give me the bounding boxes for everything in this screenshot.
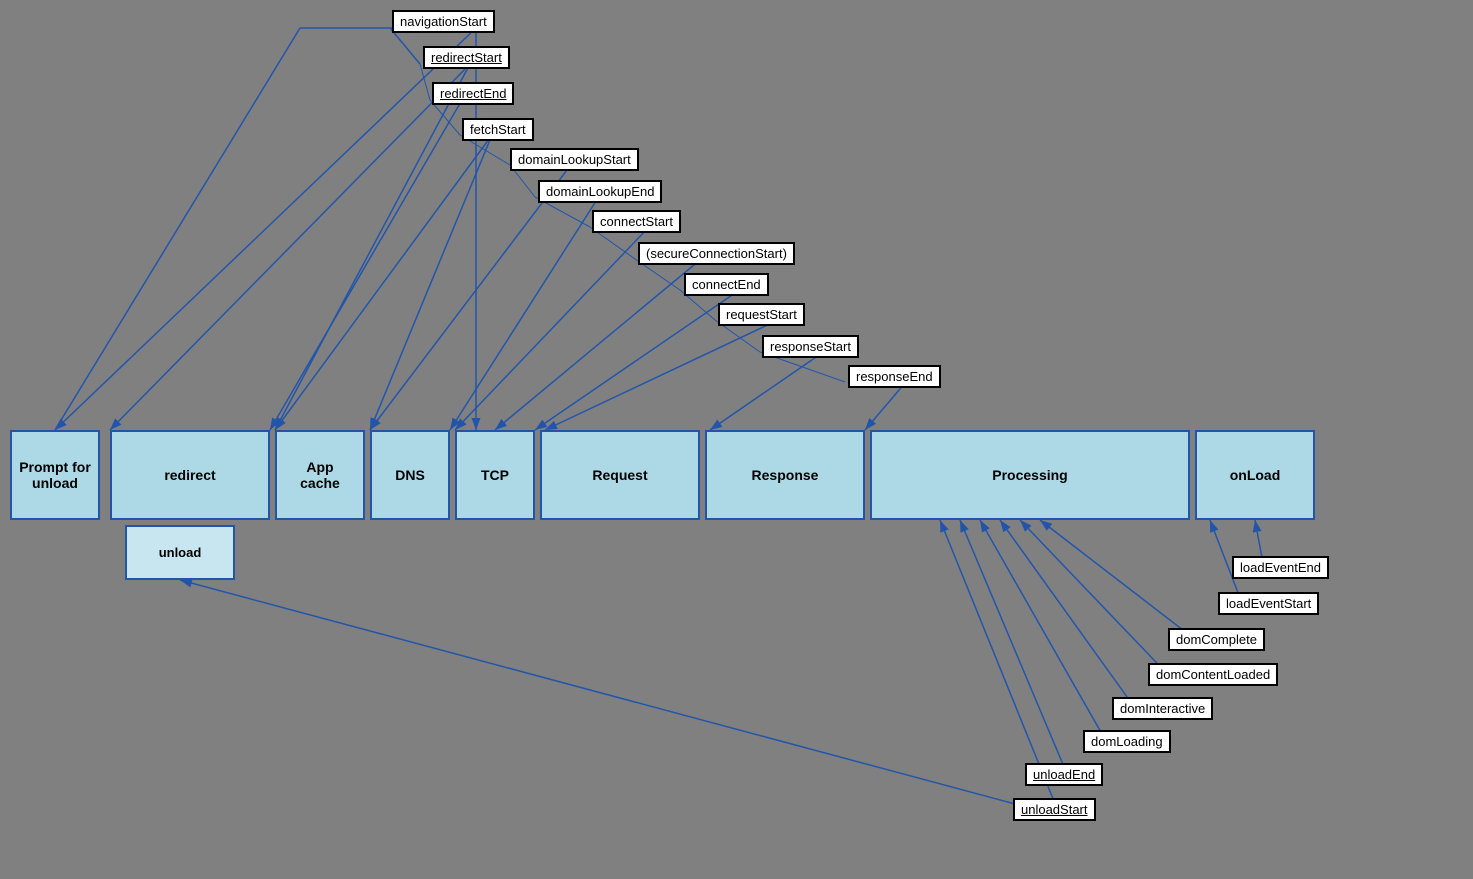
domain-lookup-start-label: domainLookupStart — [510, 148, 639, 171]
dns-box: DNS — [370, 430, 450, 520]
dom-complete-label: domComplete — [1168, 628, 1265, 651]
fetch-start-label: fetchStart — [462, 118, 534, 141]
redirect-box: redirect — [110, 430, 270, 520]
navigation-start-label: navigationStart — [392, 10, 495, 33]
onload-box: onLoad — [1195, 430, 1315, 520]
load-event-start-label: loadEventStart — [1218, 592, 1319, 615]
connect-start-label: connectStart — [592, 210, 681, 233]
load-event-end-label: loadEventEnd — [1232, 556, 1329, 579]
secure-connection-start-label: (secureConnectionStart) — [638, 242, 795, 265]
redirect-end-label: redirectEnd — [432, 82, 514, 105]
dom-content-loaded-label: domContentLoaded — [1148, 663, 1278, 686]
unload-end-label: unloadEnd — [1025, 763, 1103, 786]
response-end-label: responseEnd — [848, 365, 941, 388]
dom-loading-label: domLoading — [1083, 730, 1171, 753]
dom-interactive-label: domInteractive — [1112, 697, 1213, 720]
diagram-container: Prompt for unload redirect Appcache DNS … — [0, 0, 1473, 879]
redirect-start-label: redirectStart — [423, 46, 510, 69]
appcache-box: Appcache — [275, 430, 365, 520]
processing-box: Processing — [870, 430, 1190, 520]
connect-end-label: connectEnd — [684, 273, 769, 296]
request-start-label: requestStart — [718, 303, 805, 326]
response-start-label: responseStart — [762, 335, 859, 358]
unload-start-label: unloadStart — [1013, 798, 1096, 821]
response-box: Response — [705, 430, 865, 520]
request-box: Request — [540, 430, 700, 520]
prompt-box: Prompt for unload — [10, 430, 100, 520]
unload-box: unload — [125, 525, 235, 580]
domain-lookup-end-label: domainLookupEnd — [538, 180, 662, 203]
tcp-box: TCP — [455, 430, 535, 520]
